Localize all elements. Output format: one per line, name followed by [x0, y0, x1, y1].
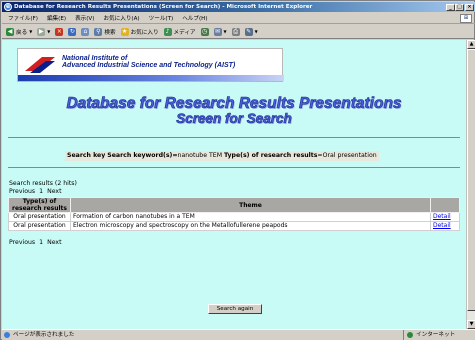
back-label: 戻る [16, 29, 28, 36]
previous-link[interactable]: Previous [9, 188, 35, 195]
home-icon: ⌂ [81, 27, 90, 36]
menu-view[interactable]: 表示(V) [75, 14, 94, 22]
stop-button[interactable]: × [55, 27, 64, 36]
next-link[interactable]: Next [47, 188, 61, 195]
history-icon: ◷ [200, 27, 209, 36]
hit-count: Search results (2 hits) [9, 180, 77, 187]
search-again-button[interactable]: Search again [208, 304, 262, 314]
results-table: Type(s) of research results Theme Oral p… [8, 197, 460, 231]
vertical-scrollbar[interactable]: ▲ ▼ [466, 40, 475, 329]
media-label: メディア [173, 29, 196, 36]
minimize-button[interactable]: _ [446, 4, 455, 11]
chevron-down-icon: ▼ [223, 29, 227, 34]
detail-cell: Detail [430, 212, 460, 222]
search-icon: ⚲ [94, 27, 103, 36]
type-label: Type(s) of research results [224, 152, 318, 159]
scroll-down-icon[interactable]: ▼ [467, 320, 475, 329]
divider [8, 167, 460, 168]
toolbar: ◀ 戻る ▼ ▶ ▼ × ↻ ⌂ ⚲ 検索 ★ お気に入り ♪ メディア ◷ ✉… [2, 25, 475, 39]
previous-link[interactable]: Previous [9, 239, 35, 246]
stop-icon: × [55, 27, 64, 36]
windows-flag-icon: ⊞ [460, 13, 472, 23]
print-button[interactable]: ⎙ [231, 27, 240, 36]
mail-icon: ✉ [213, 27, 222, 36]
pagination-top: Previous 1 Next [9, 188, 62, 195]
menu-tools[interactable]: ツール(T) [149, 14, 174, 22]
media-icon: ♪ [163, 27, 172, 36]
chevron-down-icon: ▼ [47, 29, 51, 34]
search-button[interactable]: ⚲ 検索 [94, 27, 116, 36]
menu-bar: ファイル(F) 編集(E) 表示(V) お気に入り(A) ツール(T) ヘルプ(… [2, 13, 475, 24]
refresh-icon: ↻ [68, 27, 77, 36]
search-key-label: Search key [67, 152, 106, 159]
print-icon: ⎙ [231, 27, 240, 36]
page-number[interactable]: 1 [39, 239, 43, 246]
page-number[interactable]: 1 [39, 188, 43, 195]
favorites-label: お気に入り [130, 29, 159, 36]
favorites-button[interactable]: ★ お気に入り [120, 27, 159, 36]
forward-icon: ▶ [37, 27, 46, 36]
column-header-detail [430, 197, 460, 213]
theme-cell: Electron microscopy and spectroscopy on … [70, 221, 431, 231]
detail-link[interactable]: Detail [433, 213, 451, 220]
status-bar: ページが表示されました インターネット [2, 329, 475, 340]
history-button[interactable]: ◷ [200, 27, 209, 36]
column-header-type: Type(s) of research results [8, 197, 71, 213]
media-button[interactable]: ♪ メディア [163, 27, 196, 36]
edit-icon: ✎ [244, 27, 253, 36]
menu-favorites[interactable]: お気に入り(A) [103, 14, 139, 22]
keyword-value: nanotube TEM [177, 152, 223, 159]
status-text: ページが表示されました [2, 330, 403, 340]
mail-button[interactable]: ✉ ▼ [213, 27, 227, 36]
table-row: Oral presentation Formation of carbon na… [8, 212, 460, 222]
home-button[interactable]: ⌂ [81, 27, 90, 36]
chevron-down-icon: ▼ [29, 29, 33, 34]
edit-button[interactable]: ✎ ▼ [244, 27, 258, 36]
pagination-bottom: Previous 1 Next [9, 239, 62, 246]
title-bar: e Database for Research Results Presenta… [2, 2, 475, 12]
aist-logo-icon [25, 57, 55, 73]
theme-cell: Formation of carbon nanotubes in a TEM [70, 212, 431, 222]
org-name-line2: Advanced Industrial Science and Technolo… [62, 62, 236, 69]
banner-stripe [18, 75, 284, 81]
org-name-line1: National Institute of [62, 55, 128, 62]
browser-window: e Database for Research Results Presenta… [0, 0, 475, 340]
back-button[interactable]: ◀ 戻る ▼ [6, 27, 33, 36]
scroll-thumb[interactable] [467, 49, 475, 311]
next-link[interactable]: Next [47, 239, 61, 246]
back-icon: ◀ [6, 27, 14, 36]
scroll-up-icon[interactable]: ▲ [467, 40, 475, 49]
forward-button[interactable]: ▶ ▼ [37, 27, 51, 36]
maximize-button[interactable]: □ [455, 4, 464, 11]
internet-zone: インターネット [403, 330, 475, 340]
type-value: =Oral presentation [317, 152, 377, 159]
type-cell: Oral presentation [8, 212, 71, 222]
chevron-down-icon: ▼ [254, 29, 258, 34]
favorites-icon: ★ [120, 27, 129, 36]
close-button[interactable]: × [465, 4, 474, 11]
search-criteria: Search key Search keyword(s)=nanotube TE… [65, 151, 379, 161]
page-content: National Institute of Advanced Industria… [2, 40, 466, 329]
menu-file[interactable]: ファイル(F) [8, 14, 38, 22]
menu-edit[interactable]: 編集(E) [47, 14, 66, 22]
keyword-label: Search keyword(s)= [107, 152, 178, 159]
detail-link[interactable]: Detail [433, 222, 451, 229]
search-label: 検索 [104, 29, 116, 36]
type-cell: Oral presentation [8, 221, 71, 231]
aist-banner: National Institute of Advanced Industria… [17, 48, 284, 82]
column-header-theme: Theme [70, 197, 431, 213]
page-subtitle: Screen for Search [176, 111, 292, 127]
divider [8, 137, 460, 138]
table-row: Oral presentation Electron microscopy an… [8, 221, 460, 231]
refresh-button[interactable]: ↻ [68, 27, 77, 36]
ie-logo-icon: e [4, 3, 12, 11]
menu-help[interactable]: ヘルプ(H) [182, 14, 207, 22]
window-title: Database for Research Results Presentati… [14, 4, 313, 10]
detail-cell: Detail [430, 221, 460, 231]
